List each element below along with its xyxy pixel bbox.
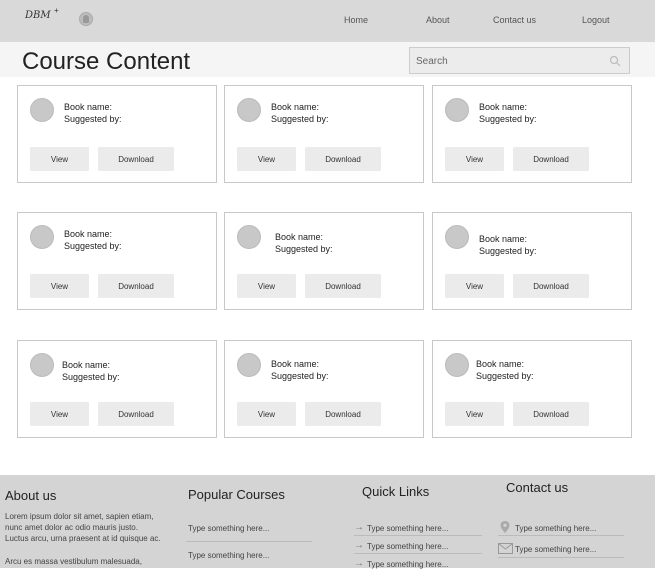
download-button[interactable]: Download [98,402,174,426]
footer-contact-item: Type something here... [515,545,597,554]
footer-popular-link[interactable]: Type something here... [188,551,269,560]
suggested-by-label: Suggested by: [271,114,329,124]
divider [498,535,624,536]
footer-contact-item: Type something here... [515,524,597,533]
search-input[interactable]: Search [409,47,630,74]
footer-contact-heading: Contact us [506,480,569,495]
book-card: Book name: Suggested by: View Download [432,85,632,183]
view-button[interactable]: View [445,402,504,426]
nav-contact-us[interactable]: Contact us [493,15,536,25]
view-button[interactable]: View [445,274,504,298]
suggested-by-label: Suggested by: [62,372,120,382]
book-card: Book name: Suggested by: View Download [224,85,424,183]
book-name-label: Book name: [275,232,324,242]
download-button[interactable]: Download [513,274,589,298]
download-button[interactable]: Download [305,274,381,298]
book-card: Book name: Suggested by: View Download [17,85,217,183]
book-name-label: Book name: [271,102,320,112]
footer-popular-link[interactable]: Type something here... [188,524,269,533]
view-button[interactable]: View [30,274,89,298]
download-button[interactable]: Download [98,274,174,298]
suggested-by-label: Suggested by: [479,114,537,124]
suggested-by-label: Suggested by: [64,114,122,124]
view-button[interactable]: View [237,402,296,426]
user-avatar-icon[interactable] [79,12,93,26]
book-thumbnail [445,98,469,122]
suggested-by-label: Suggested by: [275,244,333,254]
suggested-by-label: Suggested by: [64,241,122,251]
arrow-right-icon: → [354,540,364,551]
page-title: Course Content [22,48,191,75]
book-name-label: Book name: [271,359,320,369]
arrow-right-icon: → [354,522,364,533]
suggested-by-label: Suggested by: [479,246,537,256]
nav-home[interactable]: Home [344,15,368,25]
nav-logout[interactable]: Logout [582,15,610,25]
book-thumbnail [30,353,54,377]
view-button[interactable]: View [445,147,504,171]
view-button[interactable]: View [237,274,296,298]
footer-about-text: nunc amet dolor ac odio mauris justo. [5,523,138,532]
book-thumbnail [30,98,54,122]
download-button[interactable]: Download [98,147,174,171]
envelope-icon [498,543,513,554]
divider [354,553,482,554]
logo-mark: + [54,6,59,15]
book-thumbnail [445,225,469,249]
book-name-label: Book name: [479,234,528,244]
download-button[interactable]: Download [513,147,589,171]
footer-popular-heading: Popular Courses [188,487,285,502]
footer-about-text: Arcu es massa vestibulum malesuada, [5,557,142,566]
book-card: Book name: Suggested by: View Download [224,212,424,310]
book-thumbnail [237,225,261,249]
footer-quick-link[interactable]: Type something here... [367,524,448,533]
footer-quick-links-heading: Quick Links [362,484,430,499]
book-thumbnail [237,353,261,377]
footer-about-heading: About us [5,488,57,503]
book-name-label: Book name: [64,229,113,239]
download-button[interactable]: Download [305,147,381,171]
book-card: Book name: Suggested by: View Download [432,212,632,310]
footer-quick-link[interactable]: Type something here... [367,542,448,551]
logo[interactable]: DBM [25,10,51,21]
nav-about[interactable]: About [426,15,450,25]
divider [186,541,312,542]
divider [354,535,482,536]
book-card: Book name: Suggested by: View Download [224,340,424,438]
location-pin-icon [500,521,510,533]
view-button[interactable]: View [30,402,89,426]
view-button[interactable]: View [30,147,89,171]
divider [498,557,624,558]
book-card: Book name: Suggested by: View Download [432,340,632,438]
book-name-label: Book name: [479,102,528,112]
book-name-label: Book name: [64,102,113,112]
suggested-by-label: Suggested by: [271,371,329,381]
view-button[interactable]: View [237,147,296,171]
search-placeholder: Search [416,56,448,67]
book-thumbnail [30,225,54,249]
book-card: Book name: Suggested by: View Download [17,340,217,438]
book-name-label: Book name: [476,359,525,369]
arrow-right-icon: → [354,558,364,569]
book-thumbnail [445,353,469,377]
download-button[interactable]: Download [513,402,589,426]
top-navbar [0,0,655,42]
book-name-label: Book name: [62,360,111,370]
footer-about-text: Luctus arcu, urna praesent at id quisque… [5,534,161,543]
search-icon[interactable] [609,55,621,67]
book-card: Book name: Suggested by: View Download [17,212,217,310]
book-thumbnail [237,98,261,122]
suggested-by-label: Suggested by: [476,371,534,381]
footer-about-text: Lorem ipsum dolor sit amet, sapien etiam… [5,512,154,521]
download-button[interactable]: Download [305,402,381,426]
